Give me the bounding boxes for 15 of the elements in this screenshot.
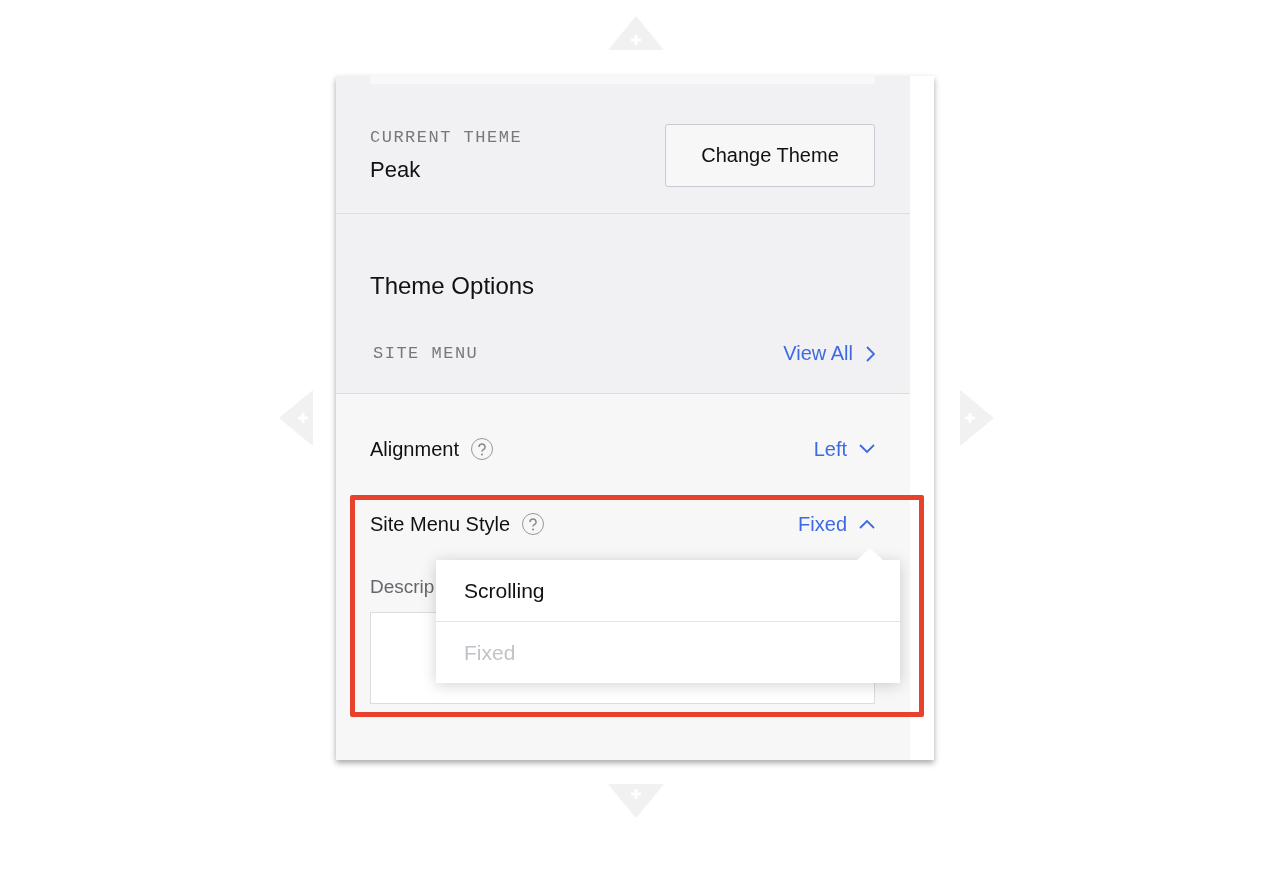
view-all-link[interactable]: View All [783,342,875,365]
chevron-right-icon [865,345,875,362]
setting-dropdown[interactable]: Fixed [798,512,875,536]
chevron-down-icon [859,444,875,454]
section-label: SITE MENU [373,344,479,363]
dropdown-option[interactable]: Scrolling [436,560,900,621]
setting-dropdown[interactable]: Left [813,437,875,461]
section-title: Theme Options [370,272,536,300]
chevron-up-icon [859,519,875,529]
setting-label: Alignment [370,437,459,461]
change-theme-button[interactable]: Change Theme [665,124,875,187]
theme-name: Peak [370,157,422,183]
section-label: CURRENT THEME [370,128,523,147]
description-label: Descrip [370,576,435,598]
setting-label: Site Menu Style [370,512,511,536]
